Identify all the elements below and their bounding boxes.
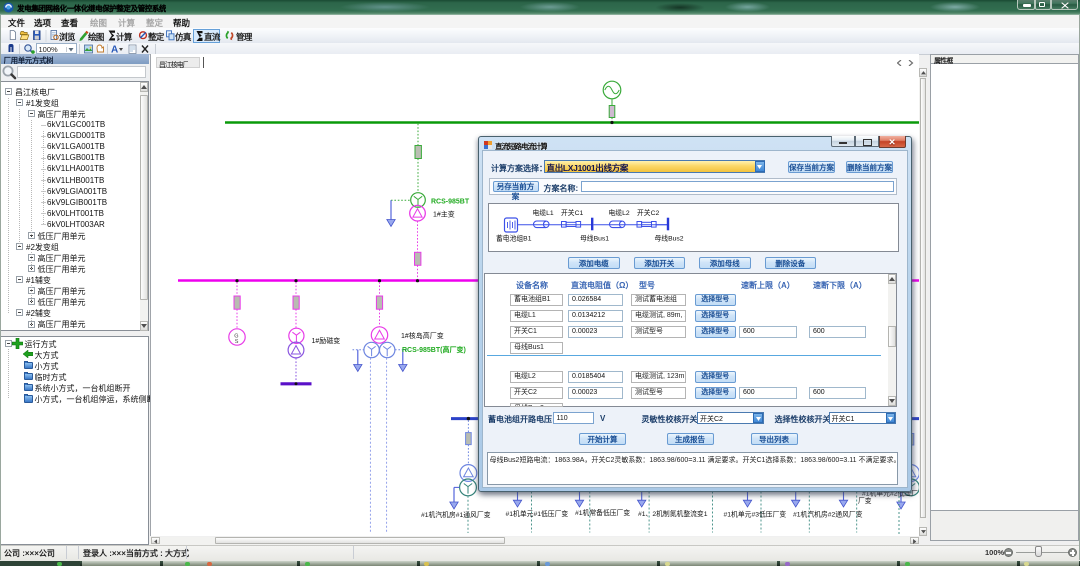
svg-text:#1机单元#3低压厂变: #1机单元#3低压厂变 [724, 510, 787, 519]
svg-text:电缆L1: 电缆L1 [533, 208, 554, 217]
svg-text:电缆L2: 电缆L2 [609, 208, 630, 217]
svg-text:#1机汽机房#1通风厂变: #1机汽机房#1通风厂变 [421, 510, 491, 519]
svg-text:RCS-985BT: RCS-985BT [431, 199, 470, 206]
svg-text:#1机单元#1低压厂变: #1机单元#1低压厂变 [506, 509, 569, 518]
svg-text:#1、2机制氮机整流变1: #1、2机制氮机整流变1 [638, 509, 708, 518]
svg-text:#1机汽机房#2通风厂变: #1机汽机房#2通风厂变 [793, 510, 863, 519]
svg-text:母线Bus2: 母线Bus2 [655, 233, 684, 242]
svg-text:蓄电池组B1: 蓄电池组B1 [496, 233, 532, 242]
svg-text:1#励磁变: 1#励磁变 [312, 336, 341, 345]
svg-text:厂变: 厂变 [858, 496, 872, 505]
svg-text:RCS-985BT(高厂变): RCS-985BT(高厂变) [402, 345, 466, 354]
svg-text:#1机常备低压厂变: #1机常备低压厂变 [575, 508, 630, 517]
svg-text:A: A [111, 44, 118, 54]
svg-text:S: S [235, 339, 239, 345]
svg-text:1#核岛高厂变: 1#核岛高厂变 [401, 331, 444, 340]
svg-text:1#主变: 1#主变 [433, 210, 455, 219]
svg-text:开关C1: 开关C1 [561, 208, 584, 217]
svg-text:母线Bus1: 母线Bus1 [580, 233, 609, 242]
svg-text:开关C2: 开关C2 [637, 208, 660, 217]
